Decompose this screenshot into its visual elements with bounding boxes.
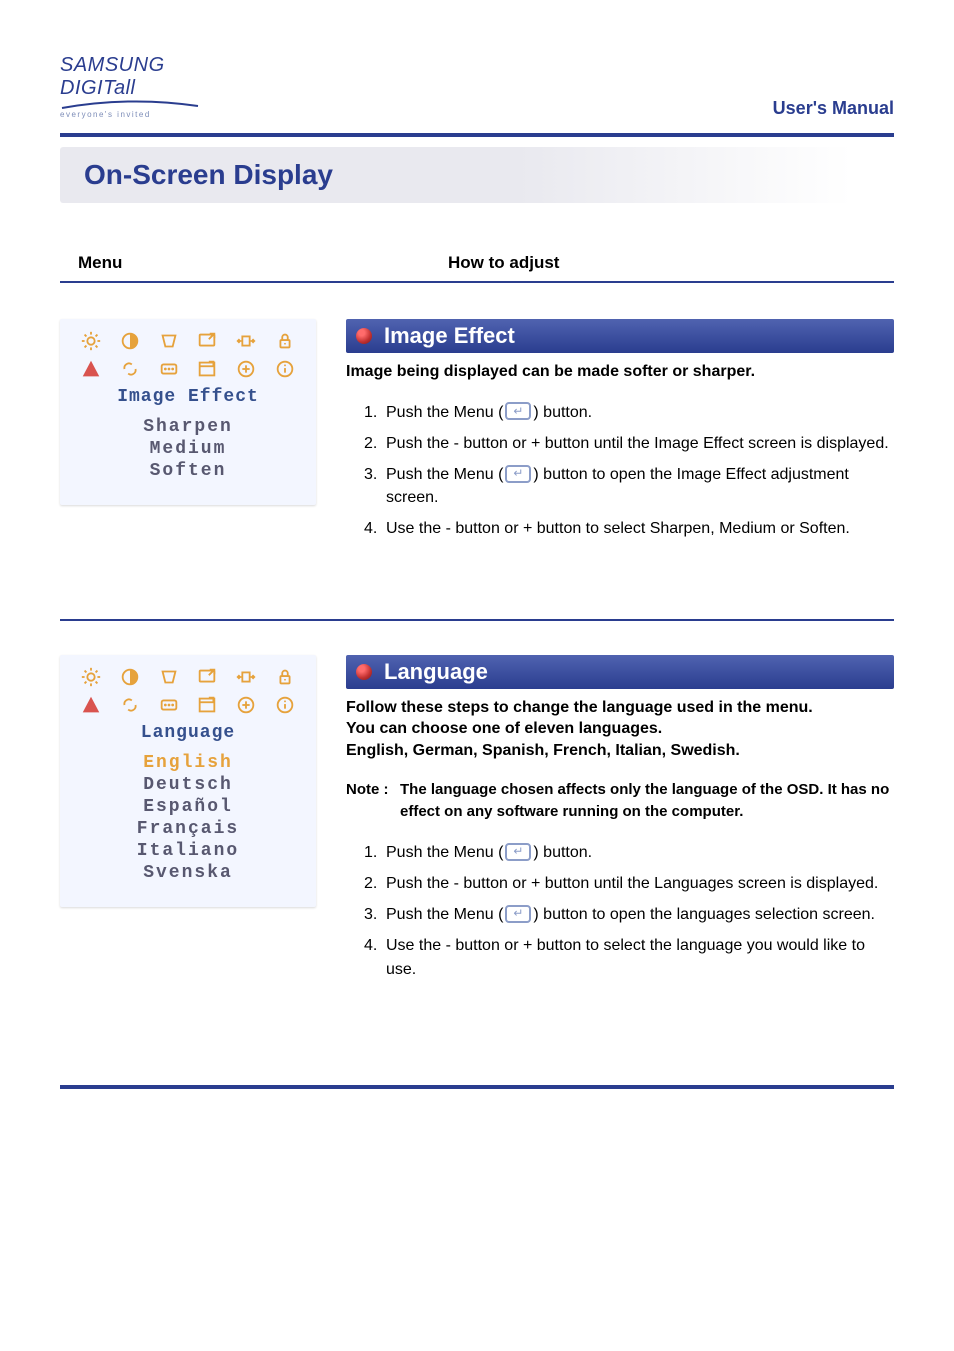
warning-icon [79,357,103,381]
bullet-icon [356,328,372,344]
section-intro: Follow these steps to change the languag… [346,697,894,762]
menu-button-icon [505,465,531,483]
osd-preview: Image Effect SharpenMediumSoften [60,319,316,505]
page-title-bar: On-Screen Display [60,147,894,203]
osd-option: Sharpen [60,417,316,437]
manual-section: Language EnglishDeutschEspañolFrançaisIta… [60,655,894,989]
plus-icon [234,693,258,717]
osd-preview: Language EnglishDeutschEspañolFrançaisIta… [60,655,316,907]
contrast-icon [118,665,142,689]
link-icon [118,693,142,717]
page-title: On-Screen Display [84,159,870,191]
bullet-icon [356,664,372,680]
section-header: Image Effect [346,319,894,353]
instruction-step: 3.Push the Menu () button to open the la… [364,903,894,926]
sun-icon [79,665,103,689]
screen-icon [195,329,219,353]
expand-icon [234,665,258,689]
section-heading: Image Effect [384,323,515,349]
manual-title: User's Manual [773,98,894,119]
instruction-step: 4.Use the - button or + button to select… [364,934,894,980]
brand-name: SAMSUNG DIGITall [60,54,165,99]
instruction-list: 1.Push the Menu () button. 2.Push the - b… [346,841,894,981]
info-icon [273,357,297,381]
osd-option: Français [60,819,316,839]
instruction-step: 3.Push the Menu () button to open the Im… [364,463,894,509]
section-header: Language [346,655,894,689]
trapezoid-icon [157,329,181,353]
columns-rule [60,281,894,283]
lock-recall-icon [273,329,297,353]
trapezoid-icon [157,665,181,689]
section-divider [60,619,894,621]
instruction-step: 2.Push the - button or + button until th… [364,432,894,455]
osd-option: Soften [60,461,316,481]
screen-icon [195,665,219,689]
col-howto: How to adjust [448,253,559,273]
osd-option: Español [60,797,316,817]
brand-tagline: everyone's invited [60,110,200,119]
osd-option: English [60,753,316,773]
manual-section: Image EffectSharpenMediumSoftenImage Eff… [60,319,894,549]
osd-option: Italiano [60,841,316,861]
header-rule [60,133,894,137]
osd-option: Medium [60,439,316,459]
column-headers: Menu How to adjust [78,253,876,273]
osd-option: Deutsch [60,775,316,795]
instruction-step: 4.Use the - button or + button to select… [364,517,894,540]
instruction-step: 1.Push the Menu () button. [364,401,894,424]
info-icon [273,693,297,717]
sun-icon [79,329,103,353]
osd-title: Language [60,723,316,743]
section-heading: Language [384,659,488,685]
plus-icon [234,357,258,381]
window-icon [195,357,219,381]
warning-icon [79,693,103,717]
osd-option: Svenska [60,863,316,883]
window-icon [195,693,219,717]
color-icon [157,357,181,381]
osd-title: Image Effect [60,387,316,407]
instruction-list: 1.Push the Menu () button. 2.Push the - b… [346,401,894,541]
lock-recall-icon [273,665,297,689]
menu-button-icon [505,402,531,420]
expand-icon [234,329,258,353]
section-intro: Image being displayed can be made softer… [346,361,894,383]
menu-button-icon [505,905,531,923]
instruction-step: 1.Push the Menu () button. [364,841,894,864]
instruction-step: 2.Push the - button or + button until th… [364,872,894,895]
menu-button-icon [505,843,531,861]
footer-rule [60,1085,894,1089]
brand-logo: SAMSUNG DIGITall everyone's invited [60,54,200,119]
color-icon [157,693,181,717]
logo-swoosh-icon [60,100,200,110]
col-menu: Menu [78,253,448,273]
link-icon [118,357,142,381]
note: Note :The language chosen affects only t… [346,779,894,823]
contrast-icon [118,329,142,353]
